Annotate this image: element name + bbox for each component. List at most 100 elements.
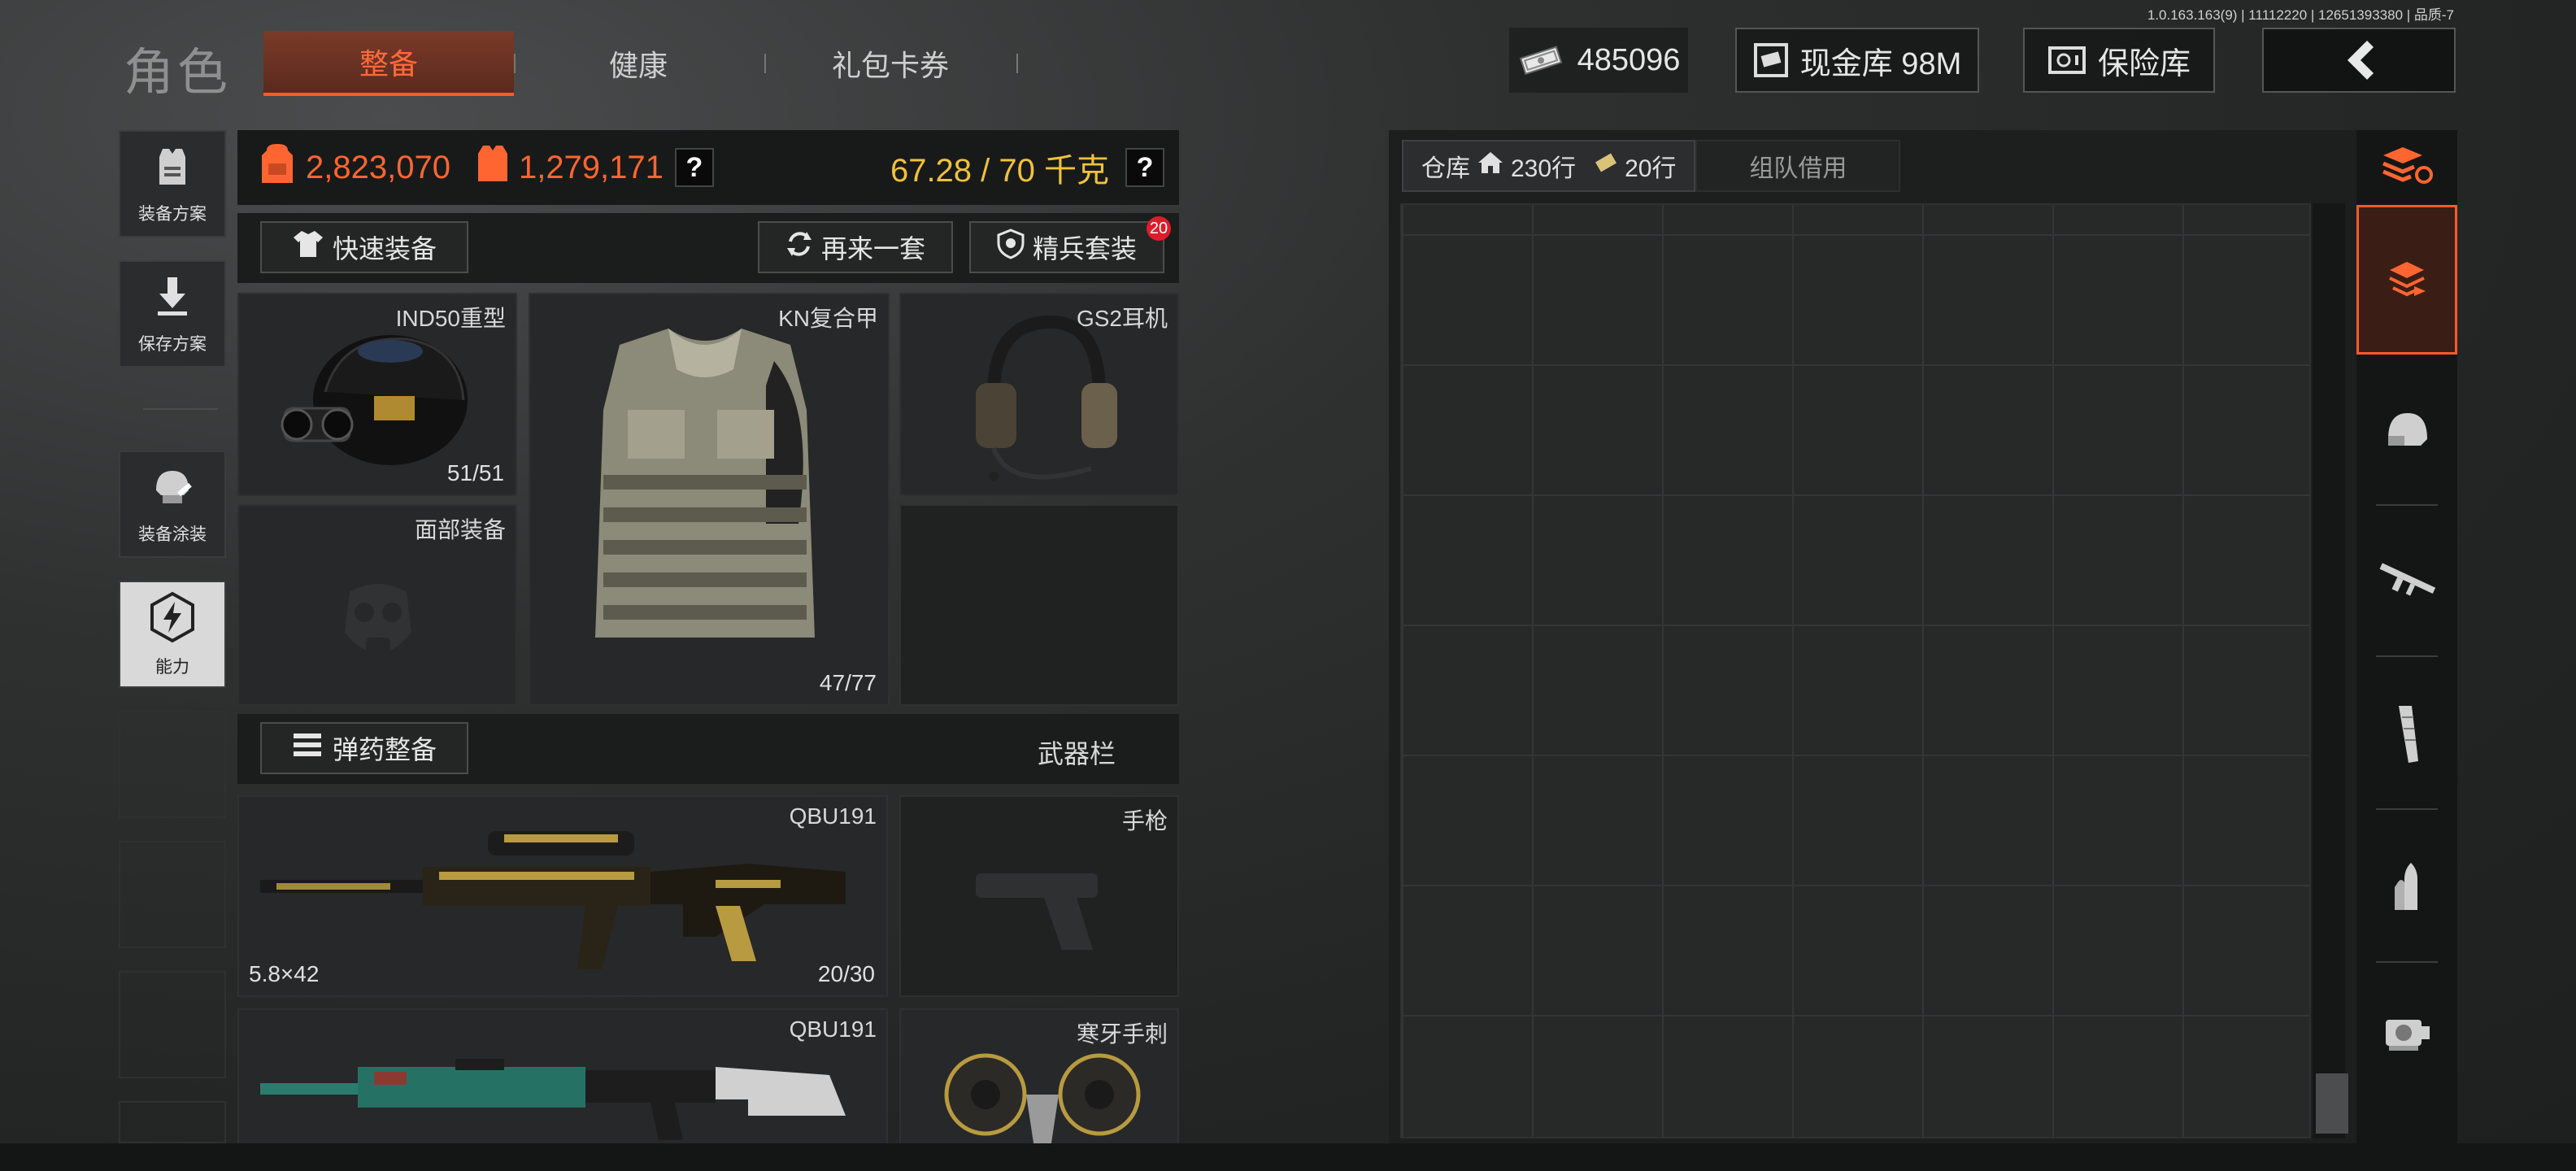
tab-team-borrow[interactable]: 组队借用 — [1695, 140, 1901, 192]
primary-ammo-count: 20/30 — [817, 961, 875, 986]
gas-mask-icon — [333, 576, 423, 677]
quick-equip-label: 快速装备 — [332, 234, 437, 263]
back-button[interactable] — [2262, 28, 2456, 93]
warehouse-grid[interactable] — [1400, 203, 2311, 1138]
empty-sidebar-slot — [119, 711, 226, 818]
category-all[interactable] — [2356, 205, 2457, 355]
tab-divider — [764, 54, 766, 73]
download-icon — [148, 272, 197, 326]
category-attachment[interactable] — [2356, 969, 2457, 1099]
category-separator — [2376, 504, 2438, 506]
empty-gear-slot[interactable] — [899, 504, 1179, 706]
headset-slot[interactable]: GS2耳机 — [899, 293, 1179, 496]
equipment-skin-button[interactable]: 装备涂装 — [119, 451, 226, 558]
secondary-weapon-slot[interactable]: QBU191 — [237, 1008, 888, 1147]
rifle-icon — [2374, 555, 2439, 608]
weight-help-button[interactable]: ? — [1125, 148, 1164, 187]
bottom-strip — [0, 1143, 2576, 1171]
backpack-value-icon — [257, 139, 298, 196]
rifle-image — [260, 815, 862, 982]
bullet-icon — [2387, 858, 2427, 919]
category-refresh[interactable] — [2356, 130, 2457, 203]
primary-caliber: 5.8×42 — [249, 961, 320, 986]
ammo-equip-label: 弹药整备 — [332, 735, 437, 764]
category-separator — [2376, 655, 2438, 657]
ammo-icon — [292, 730, 324, 766]
category-separator — [2376, 961, 2438, 963]
scope-icon — [2381, 1010, 2433, 1060]
value-help-button[interactable]: ? — [674, 148, 714, 187]
ability-label: 能力 — [155, 658, 189, 677]
safe-label: 保险库 — [2097, 46, 2191, 81]
refresh-layers-icon — [2378, 142, 2435, 192]
face-gear-name: 面部装备 — [414, 517, 506, 542]
category-magazine[interactable] — [2356, 664, 2457, 807]
loadout-plan-button[interactable]: 装备方案 — [119, 130, 226, 237]
vest-plan-icon — [148, 142, 197, 196]
extra-rows: 20行 — [1625, 155, 1677, 182]
category-helmet[interactable] — [2356, 368, 2457, 494]
warehouse-tabs: 仓库 230行 20行 组队借用 — [1402, 140, 1901, 192]
ability-icon — [146, 590, 199, 649]
safe-icon — [2047, 44, 2086, 76]
tab-gift-vouchers[interactable]: 礼包卡券 — [781, 31, 1000, 96]
cash-vault-button[interactable]: 现金库 98M — [1735, 28, 1979, 93]
weight-display: 67.28 / 70 千克 — [890, 153, 1109, 189]
weapon-bar-label: 武器栏 — [1038, 739, 1116, 768]
armor-durability: 47/77 — [819, 670, 877, 695]
cash-icon — [1517, 44, 1566, 76]
tab-warehouse[interactable]: 仓库 230行 20行 — [1402, 140, 1696, 192]
category-separator — [2376, 808, 2438, 810]
elite-set-label: 精兵套装 — [1032, 234, 1137, 263]
pistol-slot[interactable]: 手枪 — [899, 795, 1179, 997]
primary-weapon-slot[interactable]: QBU191 5.8×42 20/30 — [237, 795, 888, 997]
loadout-plan-label: 装备方案 — [138, 205, 207, 224]
scrollbar-thumb[interactable] — [2316, 1073, 2348, 1134]
empty-sidebar-slot — [119, 971, 226, 1078]
category-rifle[interactable] — [2356, 512, 2457, 651]
another-set-label: 再来一套 — [820, 234, 925, 263]
face-gear-slot[interactable]: 面部装备 — [237, 504, 517, 706]
elite-set-button[interactable]: 精兵套装 — [969, 221, 1164, 273]
rifle-image — [260, 1034, 862, 1152]
shirt-icon — [292, 228, 324, 267]
helmet-brush-icon — [148, 463, 197, 516]
tab-health[interactable]: 健康 — [537, 31, 740, 96]
armor-slot[interactable]: KN复合甲 47/77 — [529, 293, 890, 706]
knuckle-knife-image — [929, 1046, 1156, 1152]
save-plan-button[interactable]: 保存方案 — [119, 260, 226, 368]
helmet-durability: 51/51 — [446, 460, 504, 485]
another-set-button[interactable]: 再来一套 — [758, 221, 953, 273]
version-text: 1.0.163.163(9) | 11112220 | 12651393380 … — [2147, 7, 2454, 23]
tab-equip[interactable]: 整备 — [263, 31, 514, 96]
shield-icon — [997, 229, 1025, 266]
ticket-icon — [1594, 152, 1618, 180]
category-ammo[interactable] — [2356, 816, 2457, 960]
melee-weapon-name: 寒牙手刺 — [1076, 1021, 1168, 1047]
empty-sidebar-slot — [119, 1101, 226, 1143]
equipment-skin-label: 装备涂装 — [138, 525, 207, 544]
home-icon — [1477, 150, 1504, 181]
quick-equip-button[interactable]: 快速装备 — [260, 221, 468, 273]
stack-icon — [2385, 255, 2429, 305]
helmet-icon — [2382, 407, 2432, 456]
warehouse-tab-label: 仓库 — [1421, 155, 1470, 182]
melee-slot[interactable]: 寒牙手刺 — [899, 1008, 1179, 1148]
pistol-icon — [971, 865, 1109, 959]
save-plan-label: 保存方案 — [138, 335, 207, 354]
vault-icon — [1753, 42, 1789, 78]
warehouse-scrollbar[interactable] — [2313, 203, 2345, 1138]
currency-amount: 485096 — [1577, 42, 1681, 77]
refresh-icon — [785, 230, 813, 264]
armor-image — [571, 312, 839, 674]
safe-button[interactable]: 保险库 — [2023, 28, 2215, 93]
helmet-slot[interactable]: IND50重型 51/51 — [237, 293, 517, 496]
ammo-equip-button[interactable]: 弹药整备 — [260, 722, 468, 774]
equipped-value: 1,279,171 — [518, 149, 664, 185]
back-arrow-icon — [2334, 36, 2383, 85]
magazine-icon — [2391, 701, 2423, 770]
ability-button[interactable]: 能力 — [119, 581, 226, 688]
vest-value-icon — [475, 141, 511, 194]
empty-sidebar-slot — [119, 841, 226, 948]
elite-set-badge: 20 — [1147, 216, 1171, 241]
